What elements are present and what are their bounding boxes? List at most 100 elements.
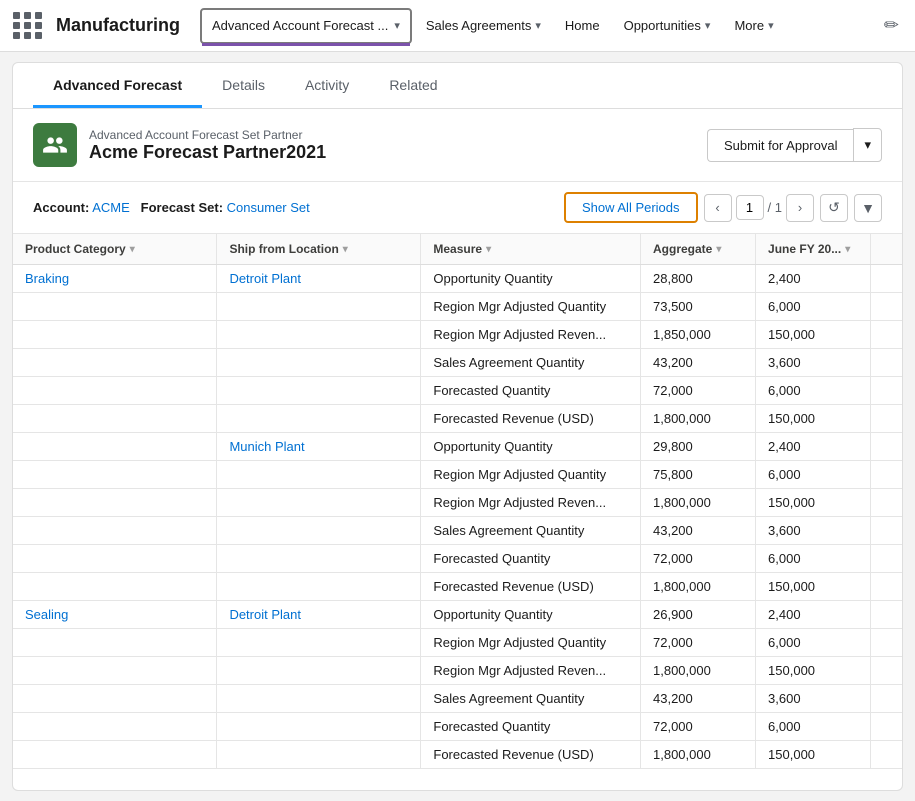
nav-sales-agreements[interactable]: Sales Agreements ▾ — [416, 8, 551, 44]
cell-measure: Sales Agreement Quantity — [421, 517, 641, 545]
cell-location[interactable]: Detroit Plant — [217, 265, 421, 293]
nav-home[interactable]: Home — [555, 8, 610, 44]
cell-category — [13, 321, 217, 349]
page-navigation: ‹ 1 / 1 › — [704, 194, 814, 222]
table-container: Product Category ▾ Ship from Location ▾ — [13, 234, 902, 790]
cell-measure: Region Mgr Adjusted Reven... — [421, 321, 641, 349]
cell-extra — [871, 601, 902, 629]
cell-measure: Region Mgr Adjusted Quantity — [421, 629, 641, 657]
nav-more-label: More — [734, 18, 764, 33]
record-subtitle: Advanced Account Forecast Set Partner — [89, 128, 326, 142]
cell-category — [13, 517, 217, 545]
location-link[interactable]: Munich Plant — [229, 439, 304, 454]
col-sort-measure-icon[interactable]: ▾ — [486, 244, 491, 255]
tab-related[interactable]: Related — [369, 63, 457, 108]
cell-measure: Forecasted Quantity — [421, 713, 641, 741]
table-row: Sales Agreement Quantity43,2003,600 — [13, 517, 902, 545]
cell-extra — [871, 321, 902, 349]
cell-extra — [871, 685, 902, 713]
cell-category — [13, 377, 217, 405]
cell-measure: Opportunity Quantity — [421, 433, 641, 461]
cell-aggregate: 72,000 — [641, 377, 756, 405]
table-row: Region Mgr Adjusted Quantity75,8006,000 — [13, 461, 902, 489]
cell-measure: Opportunity Quantity — [421, 601, 641, 629]
cell-location — [217, 349, 421, 377]
nav-more[interactable]: More ▾ — [724, 8, 783, 44]
tab-details[interactable]: Details — [202, 63, 285, 108]
previous-page-button[interactable]: ‹ — [704, 194, 732, 222]
tabs-bar: Advanced Forecast Details Activity Relat… — [13, 63, 902, 109]
location-link[interactable]: Detroit Plant — [229, 607, 301, 622]
cell-category[interactable]: Sealing — [13, 601, 217, 629]
cell-aggregate: 73,500 — [641, 293, 756, 321]
category-link[interactable]: Braking — [25, 271, 69, 286]
cell-june: 6,000 — [756, 545, 871, 573]
next-page-button[interactable]: › — [786, 194, 814, 222]
table-row: Forecasted Revenue (USD)1,800,000150,000 — [13, 741, 902, 769]
location-link[interactable]: Detroit Plant — [229, 271, 301, 286]
nav-sales-agreements-label: Sales Agreements — [426, 18, 532, 33]
table-row: Sales Agreement Quantity43,2003,600 — [13, 685, 902, 713]
cell-measure: Region Mgr Adjusted Quantity — [421, 461, 641, 489]
table-row: Forecasted Quantity72,0006,000 — [13, 713, 902, 741]
table-row: Sales Agreement Quantity43,2003,600 — [13, 349, 902, 377]
cell-category — [13, 489, 217, 517]
cell-location[interactable]: Munich Plant — [217, 433, 421, 461]
table-row: Region Mgr Adjusted Quantity72,0006,000 — [13, 629, 902, 657]
cell-june: 150,000 — [756, 741, 871, 769]
cell-extra — [871, 349, 902, 377]
cell-aggregate: 72,000 — [641, 629, 756, 657]
filter-button[interactable]: ▼ — [854, 194, 882, 222]
cell-location — [217, 517, 421, 545]
cell-extra — [871, 433, 902, 461]
cell-june: 150,000 — [756, 573, 871, 601]
cell-extra — [871, 293, 902, 321]
col-sort-june-icon[interactable]: ▾ — [845, 244, 850, 255]
col-sort-category-icon[interactable]: ▾ — [130, 244, 135, 255]
toolbar-right: Show All Periods ‹ 1 / 1 › ↺ ▼ — [564, 192, 882, 223]
record-icon — [33, 123, 77, 167]
nav-opportunities-label: Opportunities — [624, 18, 701, 33]
apps-icon[interactable] — [12, 10, 44, 42]
category-link[interactable]: Sealing — [25, 607, 68, 622]
account-value[interactable]: ACME — [92, 200, 130, 215]
submit-dropdown-button[interactable]: ▾ — [853, 128, 882, 162]
col-header-aggregate: Aggregate ▾ — [641, 234, 756, 265]
cell-location — [217, 461, 421, 489]
col-sort-aggregate-icon[interactable]: ▾ — [716, 244, 721, 255]
tab-activity[interactable]: Activity — [285, 63, 369, 108]
account-label: Account: — [33, 200, 89, 215]
cell-june: 6,000 — [756, 377, 871, 405]
cell-extra — [871, 517, 902, 545]
cell-extra — [871, 713, 902, 741]
forecast-set-value: Consumer Set — [227, 200, 310, 215]
cell-category — [13, 461, 217, 489]
show-all-periods-button[interactable]: Show All Periods — [564, 192, 698, 223]
edit-icon[interactable]: ✏ — [880, 11, 903, 40]
table-row: Forecasted Revenue (USD)1,800,000150,000 — [13, 405, 902, 433]
nav-tab-active[interactable]: Advanced Account Forecast ... ▾ — [200, 8, 412, 44]
col-sort-location-icon[interactable]: ▾ — [343, 244, 348, 255]
cell-measure: Forecasted Revenue (USD) — [421, 573, 641, 601]
submit-for-approval-button[interactable]: Submit for Approval — [707, 129, 853, 162]
cell-extra — [871, 657, 902, 685]
cell-category — [13, 741, 217, 769]
cell-category — [13, 545, 217, 573]
header-actions: Submit for Approval ▾ — [707, 128, 882, 162]
cell-location[interactable]: Detroit Plant — [217, 601, 421, 629]
cell-aggregate: 1,850,000 — [641, 321, 756, 349]
tab-advanced-forecast[interactable]: Advanced Forecast — [33, 63, 202, 108]
table-row: BrakingDetroit PlantOpportunity Quantity… — [13, 265, 902, 293]
cell-june: 3,600 — [756, 517, 871, 545]
cell-aggregate: 29,800 — [641, 433, 756, 461]
nav-tab-chevron-icon: ▾ — [394, 19, 400, 32]
cell-category — [13, 685, 217, 713]
nav-opportunities[interactable]: Opportunities ▾ — [614, 8, 721, 44]
table-row: Sealing Detroit Plant Opportunity Quantity… — [13, 601, 902, 629]
cell-category[interactable]: Braking — [13, 265, 217, 293]
cell-measure: Forecasted Quantity — [421, 377, 641, 405]
cell-june: 3,600 — [756, 349, 871, 377]
refresh-button[interactable]: ↺ — [820, 194, 848, 222]
page-number: 1 — [736, 195, 764, 220]
cell-location — [217, 321, 421, 349]
